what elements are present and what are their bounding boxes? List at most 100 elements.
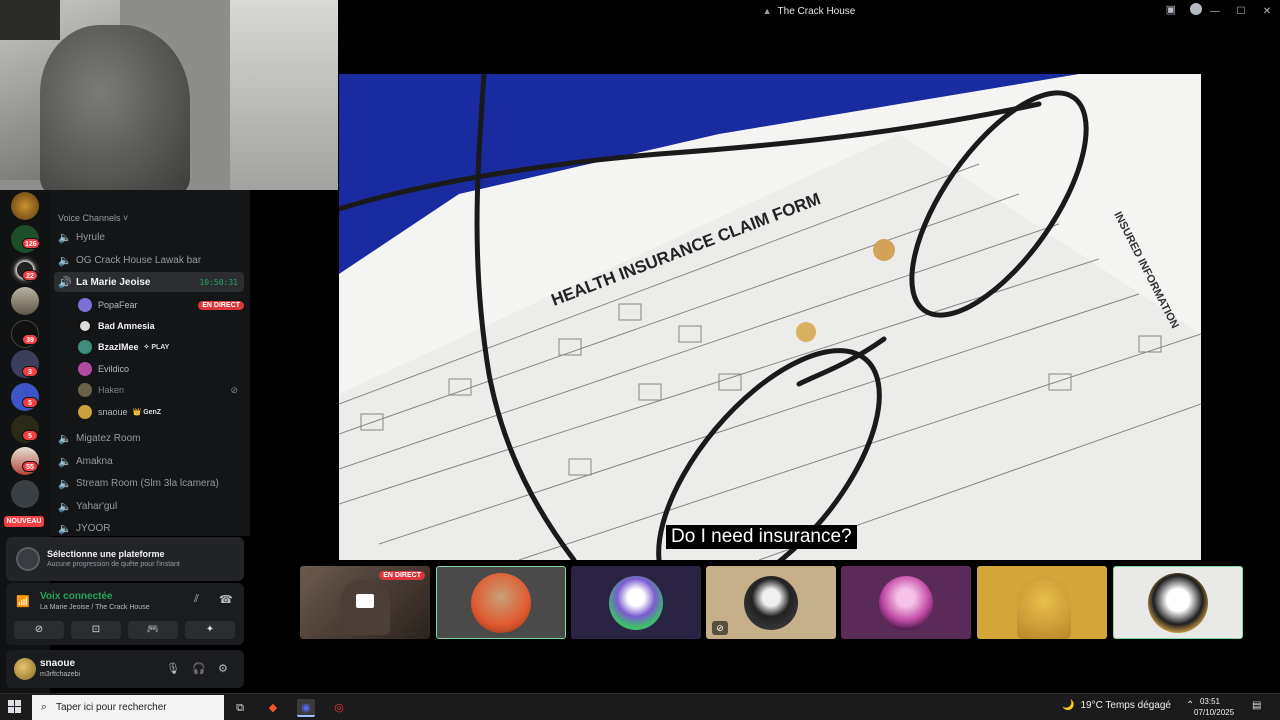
server-icon-photo[interactable] (11, 287, 39, 315)
help-icon[interactable]: ? (1190, 3, 1202, 15)
voice-channel-stream-room[interactable]: 🔈 Stream Room (Slm 3la lcamera) (54, 473, 244, 493)
voice-location[interactable]: La Marie Jeoise / The Crack House (40, 604, 150, 611)
avatar (471, 572, 531, 633)
avatar (78, 405, 92, 419)
member-bzazlmee[interactable]: BzazlMee ✧ PLAY (78, 338, 244, 356)
member-name: Evildico (98, 364, 130, 374)
member-popafear[interactable]: PopaFear EN DIRECT (78, 296, 244, 314)
titlebar-tools: ▣ ? (1166, 3, 1202, 16)
close-button[interactable]: ✕ (1254, 6, 1280, 17)
maximize-button[interactable]: ☐ (1228, 6, 1254, 17)
quest-panel[interactable]: Sélectionne une plateforme Aucune progre… (6, 537, 244, 581)
participant-tile[interactable] (571, 566, 701, 639)
brave-browser-icon[interactable]: ◆ (264, 699, 282, 717)
voice-channels-header[interactable]: Voice Channels ˅ (58, 213, 128, 223)
search-icon: ⌕ (40, 701, 48, 713)
weather-widget[interactable]: 🌙 19°C Temps dégagé (1062, 700, 1171, 711)
speaker-icon: 🔈 (58, 432, 72, 445)
avatar (744, 575, 798, 630)
member-name: PopaFear (98, 300, 138, 310)
server-icon-triangle[interactable] (11, 480, 39, 508)
username[interactable]: snaoue (40, 658, 75, 669)
window-title: The Crack House (777, 5, 856, 17)
channel-label: JYOOR (76, 522, 111, 534)
clan-tag: 👑 GenZ (132, 409, 162, 416)
avatar (78, 298, 92, 312)
member-name: Bad Amnesia (98, 321, 155, 331)
task-view-icon[interactable]: ⧉ (231, 699, 249, 717)
taskbar-clock[interactable]: 03:51 07/10/2025 (1194, 696, 1234, 718)
speaker-icon: 🔈 (58, 500, 72, 513)
notification-icon[interactable]: ▤ (1252, 700, 1261, 711)
screen-share-icon (356, 594, 374, 608)
server-badge: 22 (22, 270, 38, 281)
settings-gear-icon[interactable]: ⚙ (218, 662, 228, 675)
voice-channel-migatez[interactable]: 🔈 Migatez Room (54, 428, 244, 448)
voice-channel-og[interactable]: 🔈 OG Crack House Lawak bar (54, 250, 244, 270)
minimize-button[interactable]: — (1202, 6, 1228, 17)
activity-tag: ✧ PLAY (143, 344, 170, 351)
participant-tile[interactable] (841, 566, 971, 639)
camera-button[interactable]: ⊘ (14, 621, 64, 639)
clock-time: 03:51 (1199, 697, 1221, 706)
participant-tile-selected[interactable] (1113, 566, 1243, 639)
obs-icon[interactable]: ◎ (330, 699, 348, 717)
participant-tile-popafear[interactable]: EN DIRECT (300, 566, 430, 639)
voice-channel-jyoor[interactable]: 🔈 JYOOR (54, 518, 244, 538)
member-bad-amnesia[interactable]: Bad Amnesia (78, 317, 244, 335)
windows-taskbar: ⌕ Taper ici pour rechercher ⧉ ◆ ◉ ◎ 🌙 19… (0, 693, 1280, 720)
member-haken[interactable]: Haken ⊘ (78, 381, 244, 399)
windows-start-icon[interactable] (8, 700, 22, 714)
stream-subtitle: Do I need insurance? (666, 525, 857, 549)
muted-mic-icon: ⊘ (230, 384, 238, 395)
channel-label: La Marie Jeoise (76, 276, 151, 288)
taskbar-search-input[interactable]: ⌕ Taper ici pour rechercher (32, 695, 224, 720)
member-name: snaoue (98, 407, 128, 417)
noise-suppression-icon[interactable]: ⫽ (194, 593, 199, 606)
microphone-icon[interactable]: 🎙 (166, 662, 180, 675)
share-screen-button[interactable]: ⊡ (71, 621, 121, 639)
disconnect-icon[interactable]: ☎ (219, 593, 233, 606)
participant-tile[interactable] (977, 566, 1107, 639)
avatar (78, 319, 92, 333)
participant-tile[interactable]: ⊘ (706, 566, 836, 639)
member-name: Haken (98, 385, 125, 395)
title-bar: ▲ The Crack House (338, 0, 1280, 22)
voice-channel-hyrule[interactable]: 🔈 Hyrule (54, 227, 244, 247)
member-evildico[interactable]: Evildico (78, 360, 244, 378)
inbox-icon[interactable]: ▣ (1166, 3, 1176, 16)
avatar (1148, 572, 1208, 633)
discord-app: ▲ The Crack House ▣ ? — ☐ ✕ 126 22 39 3 … (0, 0, 1280, 720)
activity-button[interactable]: 🎮 (128, 621, 178, 639)
avatar[interactable] (14, 658, 36, 680)
voice-status-title: Voix connectée (40, 591, 113, 602)
quest-title: Sélectionne une plateforme (47, 549, 165, 559)
channel-label: Hyrule (76, 231, 105, 243)
window-controls: — ☐ ✕ (1202, 0, 1280, 22)
live-badge: EN DIRECT (379, 571, 425, 580)
soundboard-button[interactable]: ✦ (185, 621, 235, 639)
avatar (1017, 576, 1071, 639)
voice-status-panel: 📶 Voix connectée La Marie Jeoise / The C… (6, 583, 244, 645)
voice-channel-amakna[interactable]: 🔈 Amakna (54, 451, 244, 471)
signal-icon[interactable]: 📶 (16, 595, 30, 608)
speaker-icon: 🔈 (58, 522, 72, 535)
participant-tile-selected[interactable] (436, 566, 566, 639)
stream-video[interactable]: HEALTH INSURANCE CLAIM FORM INSURED INFO… (339, 74, 1201, 560)
discord-app-icon[interactable]: ◉ (297, 699, 315, 717)
voice-channel-la-marie-jeoise[interactable]: 🔊 La Marie Jeoise 10:50:31 (54, 272, 244, 292)
server-badge: 55 (22, 461, 38, 472)
channel-timer: 10:50:31 (199, 277, 238, 287)
headphones-icon[interactable]: 🎧 (192, 662, 206, 675)
new-badge: NOUVEAU (4, 516, 44, 527)
moon-icon: 🌙 (1062, 700, 1075, 711)
server-badge: 126 (22, 238, 40, 249)
voice-channel-yahargul[interactable]: 🔈 Yahar'gul (54, 496, 244, 516)
channel-label: Stream Room (Slm 3la lcamera) (76, 477, 219, 489)
server-badge: 5 (22, 430, 38, 441)
avatar (879, 575, 933, 630)
member-snaoue[interactable]: snaoue 👑 GenZ (78, 403, 244, 421)
speaker-icon: 🔈 (58, 477, 72, 490)
server-icon-lion[interactable] (11, 192, 39, 220)
speaker-icon: 🔈 (58, 254, 72, 267)
